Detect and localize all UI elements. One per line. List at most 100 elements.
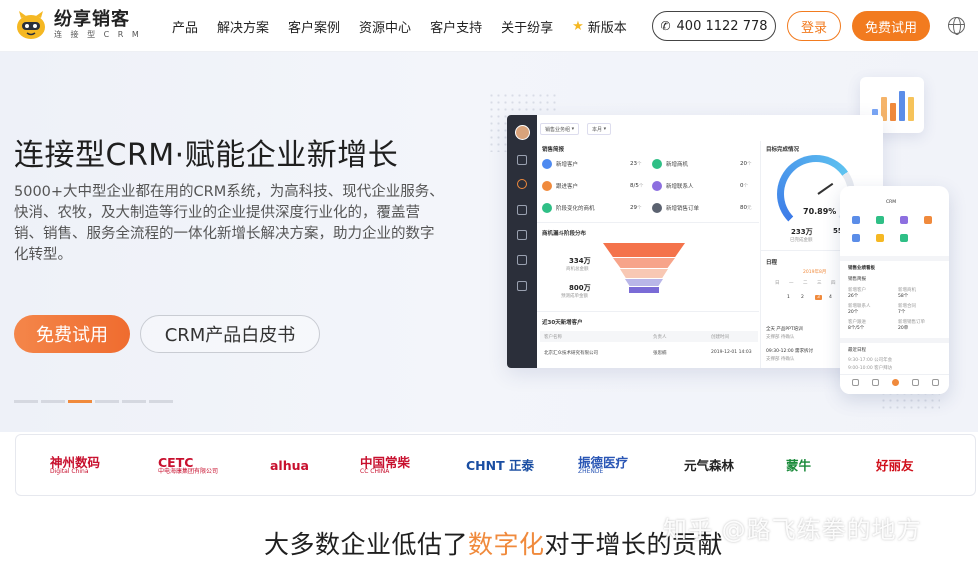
customer-logo: CHNT 正泰 <box>466 455 534 477</box>
carousel-dot[interactable] <box>122 400 146 403</box>
funnel-amount-2: 800万 <box>569 284 591 292</box>
app-shortcut-icon[interactable] <box>876 234 884 242</box>
divider <box>840 338 949 343</box>
phone-title: CRM <box>886 200 897 205</box>
kpi-label: 跟进客户 <box>556 184 579 190</box>
filter-period-value: 本月 <box>592 126 603 133</box>
page: 纷享销客 连 接 型 C R M 产品 解决方案 客户案例 资源中心 客户支持 … <box>0 0 978 567</box>
phone-button[interactable]: ✆ 400 1122 778 <box>652 11 776 41</box>
divider <box>537 222 759 223</box>
customer-logo-sub: Digital China <box>50 468 89 476</box>
kpi-item: 阶段变化的商机 <box>542 203 595 213</box>
customer-logo: 振德医疗 ZHENDE <box>578 455 628 477</box>
whitepaper-button[interactable]: CRM产品白皮书 <box>140 315 320 353</box>
divider <box>760 141 761 368</box>
customer-logo-text: alhua <box>270 459 309 472</box>
calendar-day[interactable]: 2 <box>801 295 804 300</box>
phone-tab-icon[interactable] <box>932 379 939 386</box>
phone-tab-icon[interactable] <box>872 379 879 386</box>
kpi-item: 新增销售订单 <box>652 203 699 213</box>
login-button[interactable]: 登录 <box>787 11 841 41</box>
kpi-icon <box>652 203 662 213</box>
customer-logo-sub: CC CHINA <box>360 468 390 476</box>
app-shortcut-icon[interactable] <box>852 234 860 242</box>
globe-icon[interactable] <box>948 17 965 35</box>
customer-logo-text: 蒙牛 <box>786 459 811 472</box>
hero-trial-button[interactable]: 免费试用 <box>14 315 130 353</box>
customer-logo: 蒙牛 <box>786 455 811 477</box>
carousel-dot[interactable] <box>149 400 173 403</box>
carousel-dot[interactable] <box>41 400 65 403</box>
customer-logo-sub: 中电海康集团有限公司 <box>158 468 219 476</box>
top-nav: 纷享销客 连 接 型 C R M 产品 解决方案 客户案例 资源中心 客户支持 … <box>0 0 978 52</box>
phone-tab-icon[interactable] <box>852 379 859 386</box>
customer-logo-text: 好丽友 <box>876 459 914 472</box>
goal-done-value: 233万 <box>791 228 813 236</box>
clock-icon <box>517 179 527 189</box>
doc-icon <box>517 255 527 265</box>
kpi-unit: 个 <box>743 184 749 189</box>
calendar-day[interactable]: 1 <box>787 295 790 300</box>
main-menu: 产品 解决方案 客户案例 资源中心 客户支持 关于纷享 ★ 新版本 <box>172 0 627 52</box>
carousel-dot[interactable] <box>14 400 38 403</box>
logo[interactable]: 纷享销客 连 接 型 C R M <box>14 8 142 42</box>
funnel-title: 商机漏斗阶段分布 <box>542 231 587 237</box>
event-1: 全天 产品PPT培训 <box>766 327 803 332</box>
menu-item-support[interactable]: 客户支持 <box>430 17 482 36</box>
kpi-label: 新增联系人 <box>666 184 694 190</box>
nav-trial-button[interactable]: 免费试用 <box>852 11 930 41</box>
customer-logo-strip: 神州数码 Digital China CETC 中电海康集团有限公司 alhua 中国常柴… <box>15 434 976 496</box>
app-shortcut-icon[interactable] <box>924 216 932 224</box>
menu-item-products[interactable]: 产品 <box>172 17 198 36</box>
kpi-label: 新增销售订单 <box>666 206 700 212</box>
carousel-dot[interactable] <box>68 400 92 403</box>
kpi-unit: 个 <box>638 184 644 189</box>
customer-logo-name: 好丽友 <box>876 458 914 474</box>
menu-item-new-version[interactable]: ★ 新版本 <box>572 17 627 36</box>
carousel-dot[interactable] <box>95 400 119 403</box>
grid-icon <box>517 281 527 291</box>
event-2: 09:30-12:00 需求拆讨 <box>766 349 813 354</box>
menu-item-about[interactable]: 关于纷享 <box>501 17 553 36</box>
kpi-icon <box>652 181 662 191</box>
app-shortcut-icon[interactable] <box>900 234 908 242</box>
hero-description: 5000+大中型企业都在用的CRM系统，为高科技、现代企业服务、快消、农牧，及大… <box>14 184 444 263</box>
calendar-weekday: 四 <box>831 281 836 286</box>
chart-bar <box>908 97 914 121</box>
calendar-day[interactable]: 3 <box>815 295 822 300</box>
chart-bar <box>899 91 905 121</box>
phone-metric-value: 7个 <box>898 310 906 315</box>
customer-logo: CETC 中电海康集团有限公司 <box>158 455 218 477</box>
section-headline: 大多数企业低估了数字化对于增长的贡献 <box>264 525 723 561</box>
phone-metric-value: 8个/5个 <box>848 326 865 331</box>
funnel-layer <box>629 287 659 293</box>
phone-metric-value: 58个 <box>898 294 909 299</box>
menu-item-solutions[interactable]: 解决方案 <box>217 17 269 36</box>
divider <box>840 256 949 261</box>
phone-tab-icon[interactable] <box>912 379 919 386</box>
kpi-label: 新增客户 <box>556 162 579 168</box>
customer-logo-text: 神州数码 Digital China <box>50 456 100 475</box>
watermark: 知乎 @路飞练拳的地方 <box>663 516 922 544</box>
carousel-indicators <box>14 400 176 403</box>
menu-item-cases[interactable]: 客户案例 <box>288 17 340 36</box>
calendar-day[interactable]: 4 <box>829 295 832 300</box>
customer-logo-text: CETC 中电海康集团有限公司 <box>158 456 218 475</box>
customer-logo-text: 振德医疗 ZHENDE <box>578 456 628 475</box>
logo-text: 纷享销客 连 接 型 C R M <box>54 10 142 40</box>
customer-logo-name: alhua <box>270 458 309 474</box>
menu-item-resources[interactable]: 资源中心 <box>359 17 411 36</box>
kpi-unit: 元 <box>747 206 752 211</box>
app-shortcut-icon[interactable] <box>900 216 908 224</box>
calendar-weekday: 三 <box>817 281 822 286</box>
headline-part-1: 大多数企业低估了 <box>264 530 469 559</box>
app-shortcut-icon[interactable] <box>852 216 860 224</box>
kpi-icon <box>542 181 552 191</box>
funnel-label-1: 商机总金额 <box>566 267 589 272</box>
kpi-icon <box>542 159 552 169</box>
customer-logo: 好丽友 <box>876 455 914 477</box>
phone-schedule-item-2: 9:00-10:00 客户拜访 <box>848 366 893 371</box>
app-shortcut-icon[interactable] <box>876 216 884 224</box>
kpi-label: 新增商机 <box>666 162 689 168</box>
phone-tab-icon[interactable] <box>892 379 899 386</box>
